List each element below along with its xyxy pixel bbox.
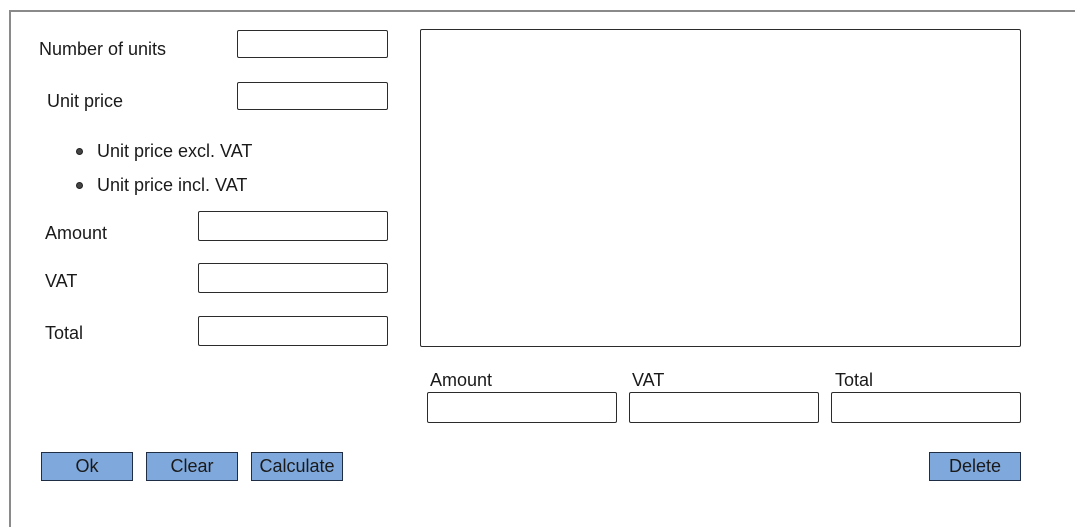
summary-vat-label: VAT [632, 370, 665, 390]
number-of-units-label: Number of units [39, 39, 167, 59]
radio-label-incl-vat: Unit price incl. VAT [97, 174, 248, 195]
clear-button[interactable]: Clear [146, 452, 238, 481]
radio-label-excl-vat: Unit price excl. VAT [97, 140, 253, 161]
summary-total-field[interactable] [831, 392, 1021, 423]
calculate-button[interactable]: Calculate [251, 452, 343, 481]
radio-unit-price-excl-vat[interactable]: Unit price excl. VAT [76, 140, 252, 162]
unit-price-field[interactable] [237, 82, 388, 110]
number-of-units-field[interactable] [237, 30, 388, 58]
results-list[interactable] [420, 29, 1021, 347]
amount-label: Amount [45, 223, 108, 243]
vat-field[interactable] [198, 263, 388, 293]
radio-dot-icon [76, 147, 83, 155]
radio-unit-price-incl-vat[interactable]: Unit price incl. VAT [76, 174, 247, 196]
ok-button[interactable]: Ok [41, 452, 133, 481]
amount-field[interactable] [198, 211, 388, 241]
unit-price-label: Unit price [47, 91, 124, 111]
total-field[interactable] [198, 316, 388, 346]
summary-total-label: Total [835, 370, 874, 390]
vat-label: VAT [45, 271, 78, 291]
radio-dot-icon [76, 181, 83, 189]
total-label: Total [45, 323, 84, 343]
summary-amount-field[interactable] [427, 392, 617, 423]
delete-button[interactable]: Delete [929, 452, 1021, 481]
summary-amount-label: Amount [430, 370, 493, 390]
summary-vat-field[interactable] [629, 392, 819, 423]
